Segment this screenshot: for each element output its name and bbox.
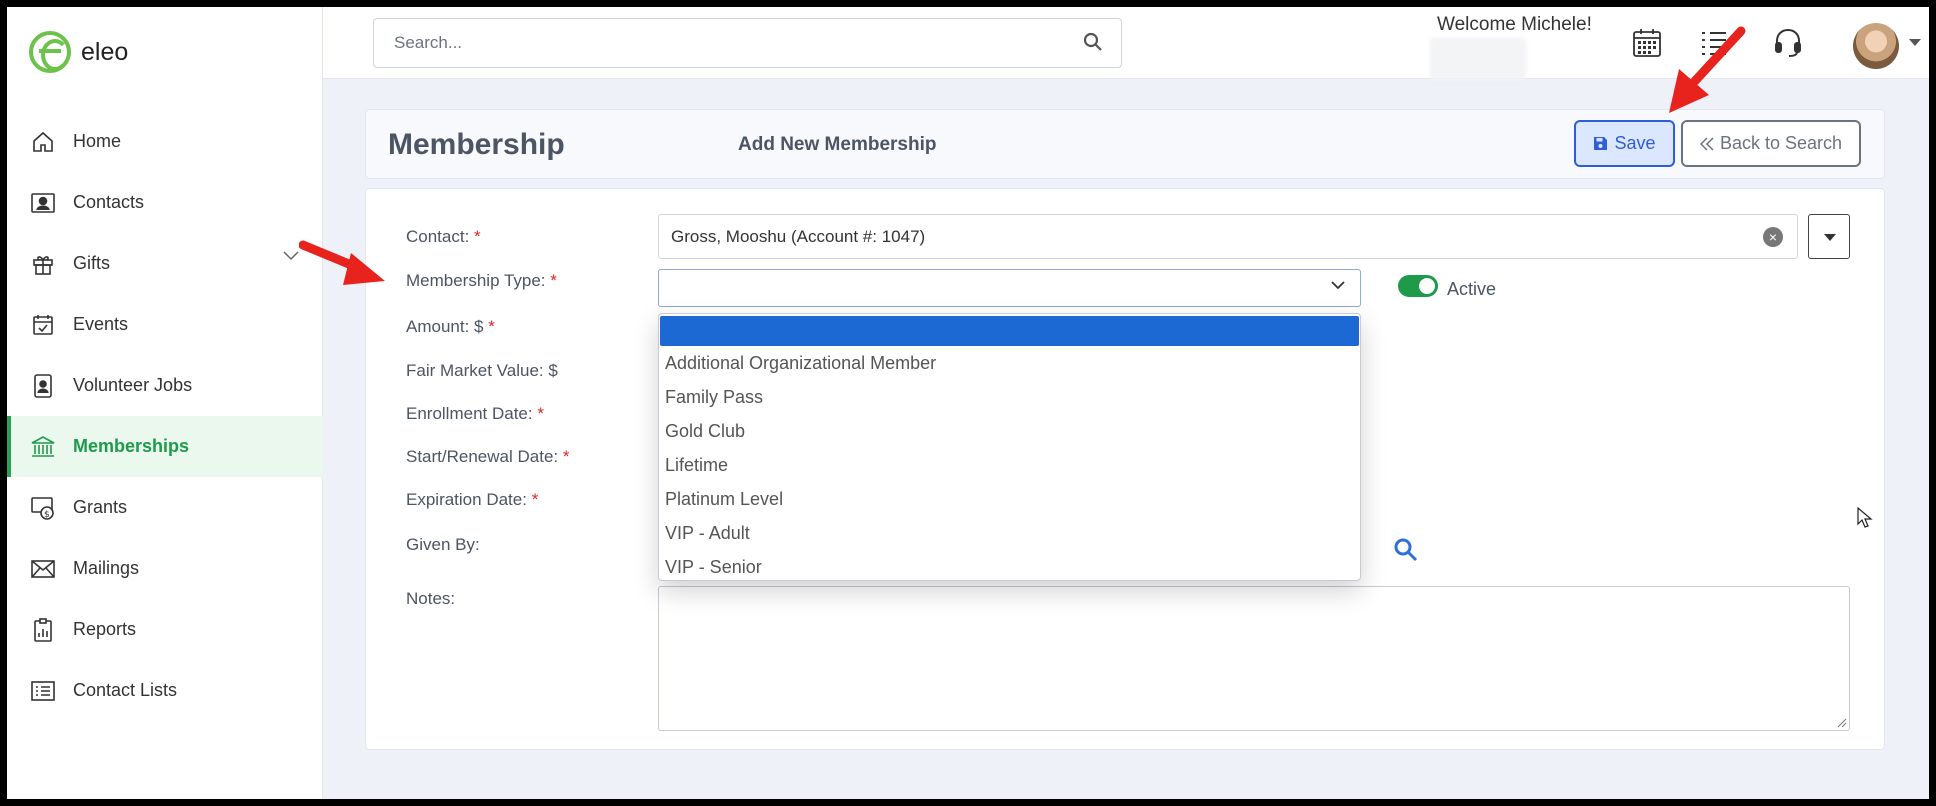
envelope-icon xyxy=(29,555,57,583)
sidebar-item-label: Volunteer Jobs xyxy=(73,375,193,395)
resize-grip-icon[interactable] xyxy=(1837,718,1847,728)
sidebar-item-reports[interactable]: Reports xyxy=(7,599,323,660)
app-name: eleo xyxy=(81,37,129,66)
sidebar-item-home[interactable]: Home xyxy=(7,111,323,172)
dropdown-option[interactable]: Family Pass xyxy=(659,380,1360,414)
eleo-logo-icon xyxy=(29,31,71,73)
membership-type-label: Membership Type: * xyxy=(406,271,557,290)
expiration-date-label: Expiration Date: * xyxy=(406,490,539,509)
search-icon[interactable] xyxy=(1083,32,1103,52)
search-box xyxy=(373,18,1122,68)
sidebar-item-label: Memberships xyxy=(73,436,190,456)
sidebar-item-volunteer-jobs[interactable]: Volunteer Jobs xyxy=(7,355,323,416)
search-input[interactable] xyxy=(374,19,1054,67)
sidebar-item-label: Home xyxy=(73,131,122,151)
list-icon xyxy=(29,677,57,705)
search-icon[interactable] xyxy=(1393,537,1419,563)
back-label: Back to Search xyxy=(1719,133,1843,153)
logo[interactable]: eleo xyxy=(29,31,128,73)
sidebar: eleo Home Contacts Gifts Events Voluntee… xyxy=(7,7,323,799)
sidebar-item-label: Mailings xyxy=(73,558,140,578)
sidebar-item-memberships[interactable]: Memberships xyxy=(7,416,323,477)
notes-label: Notes: xyxy=(406,589,456,608)
annotation-arrow-icon xyxy=(1669,26,1746,113)
money-bag-icon: $ xyxy=(29,494,57,522)
floppy-disk-icon xyxy=(1593,136,1608,151)
clear-icon[interactable]: × xyxy=(1763,227,1783,247)
dropdown-option[interactable] xyxy=(660,316,1359,346)
calendar-grid-icon[interactable] xyxy=(1631,27,1663,59)
dropdown-option[interactable]: Gold Club xyxy=(659,414,1360,448)
bank-icon xyxy=(29,433,57,461)
membership-type-dropdown: Additional Organizational Member Family … xyxy=(658,313,1361,581)
sidebar-item-grants[interactable]: $ Grants xyxy=(7,477,323,538)
back-to-search-button[interactable]: Back to Search xyxy=(1681,120,1861,167)
dropdown-option[interactable]: Additional Organizational Member xyxy=(659,346,1360,380)
page-title: Membership xyxy=(388,128,565,161)
headset-icon[interactable] xyxy=(1773,27,1803,59)
sidebar-item-label: Gifts xyxy=(73,253,111,273)
amount-label: Amount: $ * xyxy=(406,317,495,336)
sidebar-item-gifts[interactable]: Gifts xyxy=(7,233,323,294)
sidebar-item-contact-lists[interactable]: Contact Lists xyxy=(7,660,323,721)
contact-dropdown-button[interactable] xyxy=(1808,214,1850,259)
svg-text:$: $ xyxy=(44,510,50,520)
active-label: Active xyxy=(1447,279,1497,299)
fair-market-value-label: Fair Market Value: $ xyxy=(406,361,558,380)
caret-down-icon[interactable] xyxy=(1909,39,1921,46)
chevron-down-icon[interactable] xyxy=(283,251,299,261)
save-button[interactable]: Save xyxy=(1574,120,1675,167)
dropdown-option[interactable]: VIP - Senior xyxy=(659,550,1360,580)
sidebar-item-label: Events xyxy=(73,314,129,334)
calendar-check-icon xyxy=(29,311,57,339)
sidebar-item-label: Grants xyxy=(73,497,128,517)
redacted-username xyxy=(1430,38,1526,80)
sidebar-nav: Home Contacts Gifts Events Volunteer Job… xyxy=(7,111,323,721)
dropdown-option[interactable]: Platinum Level xyxy=(659,482,1360,516)
dropdown-option[interactable]: Lifetime xyxy=(659,448,1360,482)
membership-form: Contact: * Gross, Mooshu (Account #: 104… xyxy=(365,188,1885,750)
sidebar-item-mailings[interactable]: Mailings xyxy=(7,538,323,599)
page-subtitle: Add New Membership xyxy=(738,134,937,155)
app-window: eleo Home Contacts Gifts Events Voluntee… xyxy=(7,7,1929,799)
save-label: Save xyxy=(1614,133,1656,153)
clipboard-chart-icon xyxy=(29,616,57,644)
gift-icon xyxy=(29,250,57,278)
sidebar-item-label: Contacts xyxy=(73,192,145,212)
id-badge-icon xyxy=(29,372,57,400)
double-chevron-left-icon xyxy=(1699,136,1714,151)
annotation-arrow-icon xyxy=(299,240,385,285)
home-icon xyxy=(29,128,57,156)
contact-label: Contact: * xyxy=(406,227,481,246)
given-by-label: Given By: xyxy=(406,535,480,554)
notes-textarea[interactable] xyxy=(658,586,1850,731)
enrollment-date-label: Enrollment Date: * xyxy=(406,404,544,423)
sidebar-item-events[interactable]: Events xyxy=(7,294,323,355)
chevron-down-icon xyxy=(1330,280,1346,290)
dropdown-option[interactable]: VIP - Adult xyxy=(659,516,1360,550)
avatar[interactable] xyxy=(1853,23,1899,69)
welcome-message: Welcome Michele! xyxy=(1437,14,1592,35)
sidebar-item-contacts[interactable]: Contacts xyxy=(7,172,323,233)
membership-type-select[interactable] xyxy=(658,269,1361,307)
start-renewal-date-label: Start/Renewal Date: * xyxy=(406,447,570,466)
mouse-cursor-icon xyxy=(1857,507,1873,528)
page-header: Membership Add New Membership Save Back … xyxy=(365,109,1885,179)
sidebar-item-label: Reports xyxy=(73,619,137,639)
contact-field[interactable]: Gross, Mooshu (Account #: 1047) × xyxy=(658,214,1798,259)
active-toggle[interactable] xyxy=(1398,275,1438,297)
contact-card-icon xyxy=(29,189,57,217)
sidebar-item-label: Contact Lists xyxy=(73,680,178,700)
contact-value: Gross, Mooshu (Account #: 1047) xyxy=(671,227,926,246)
